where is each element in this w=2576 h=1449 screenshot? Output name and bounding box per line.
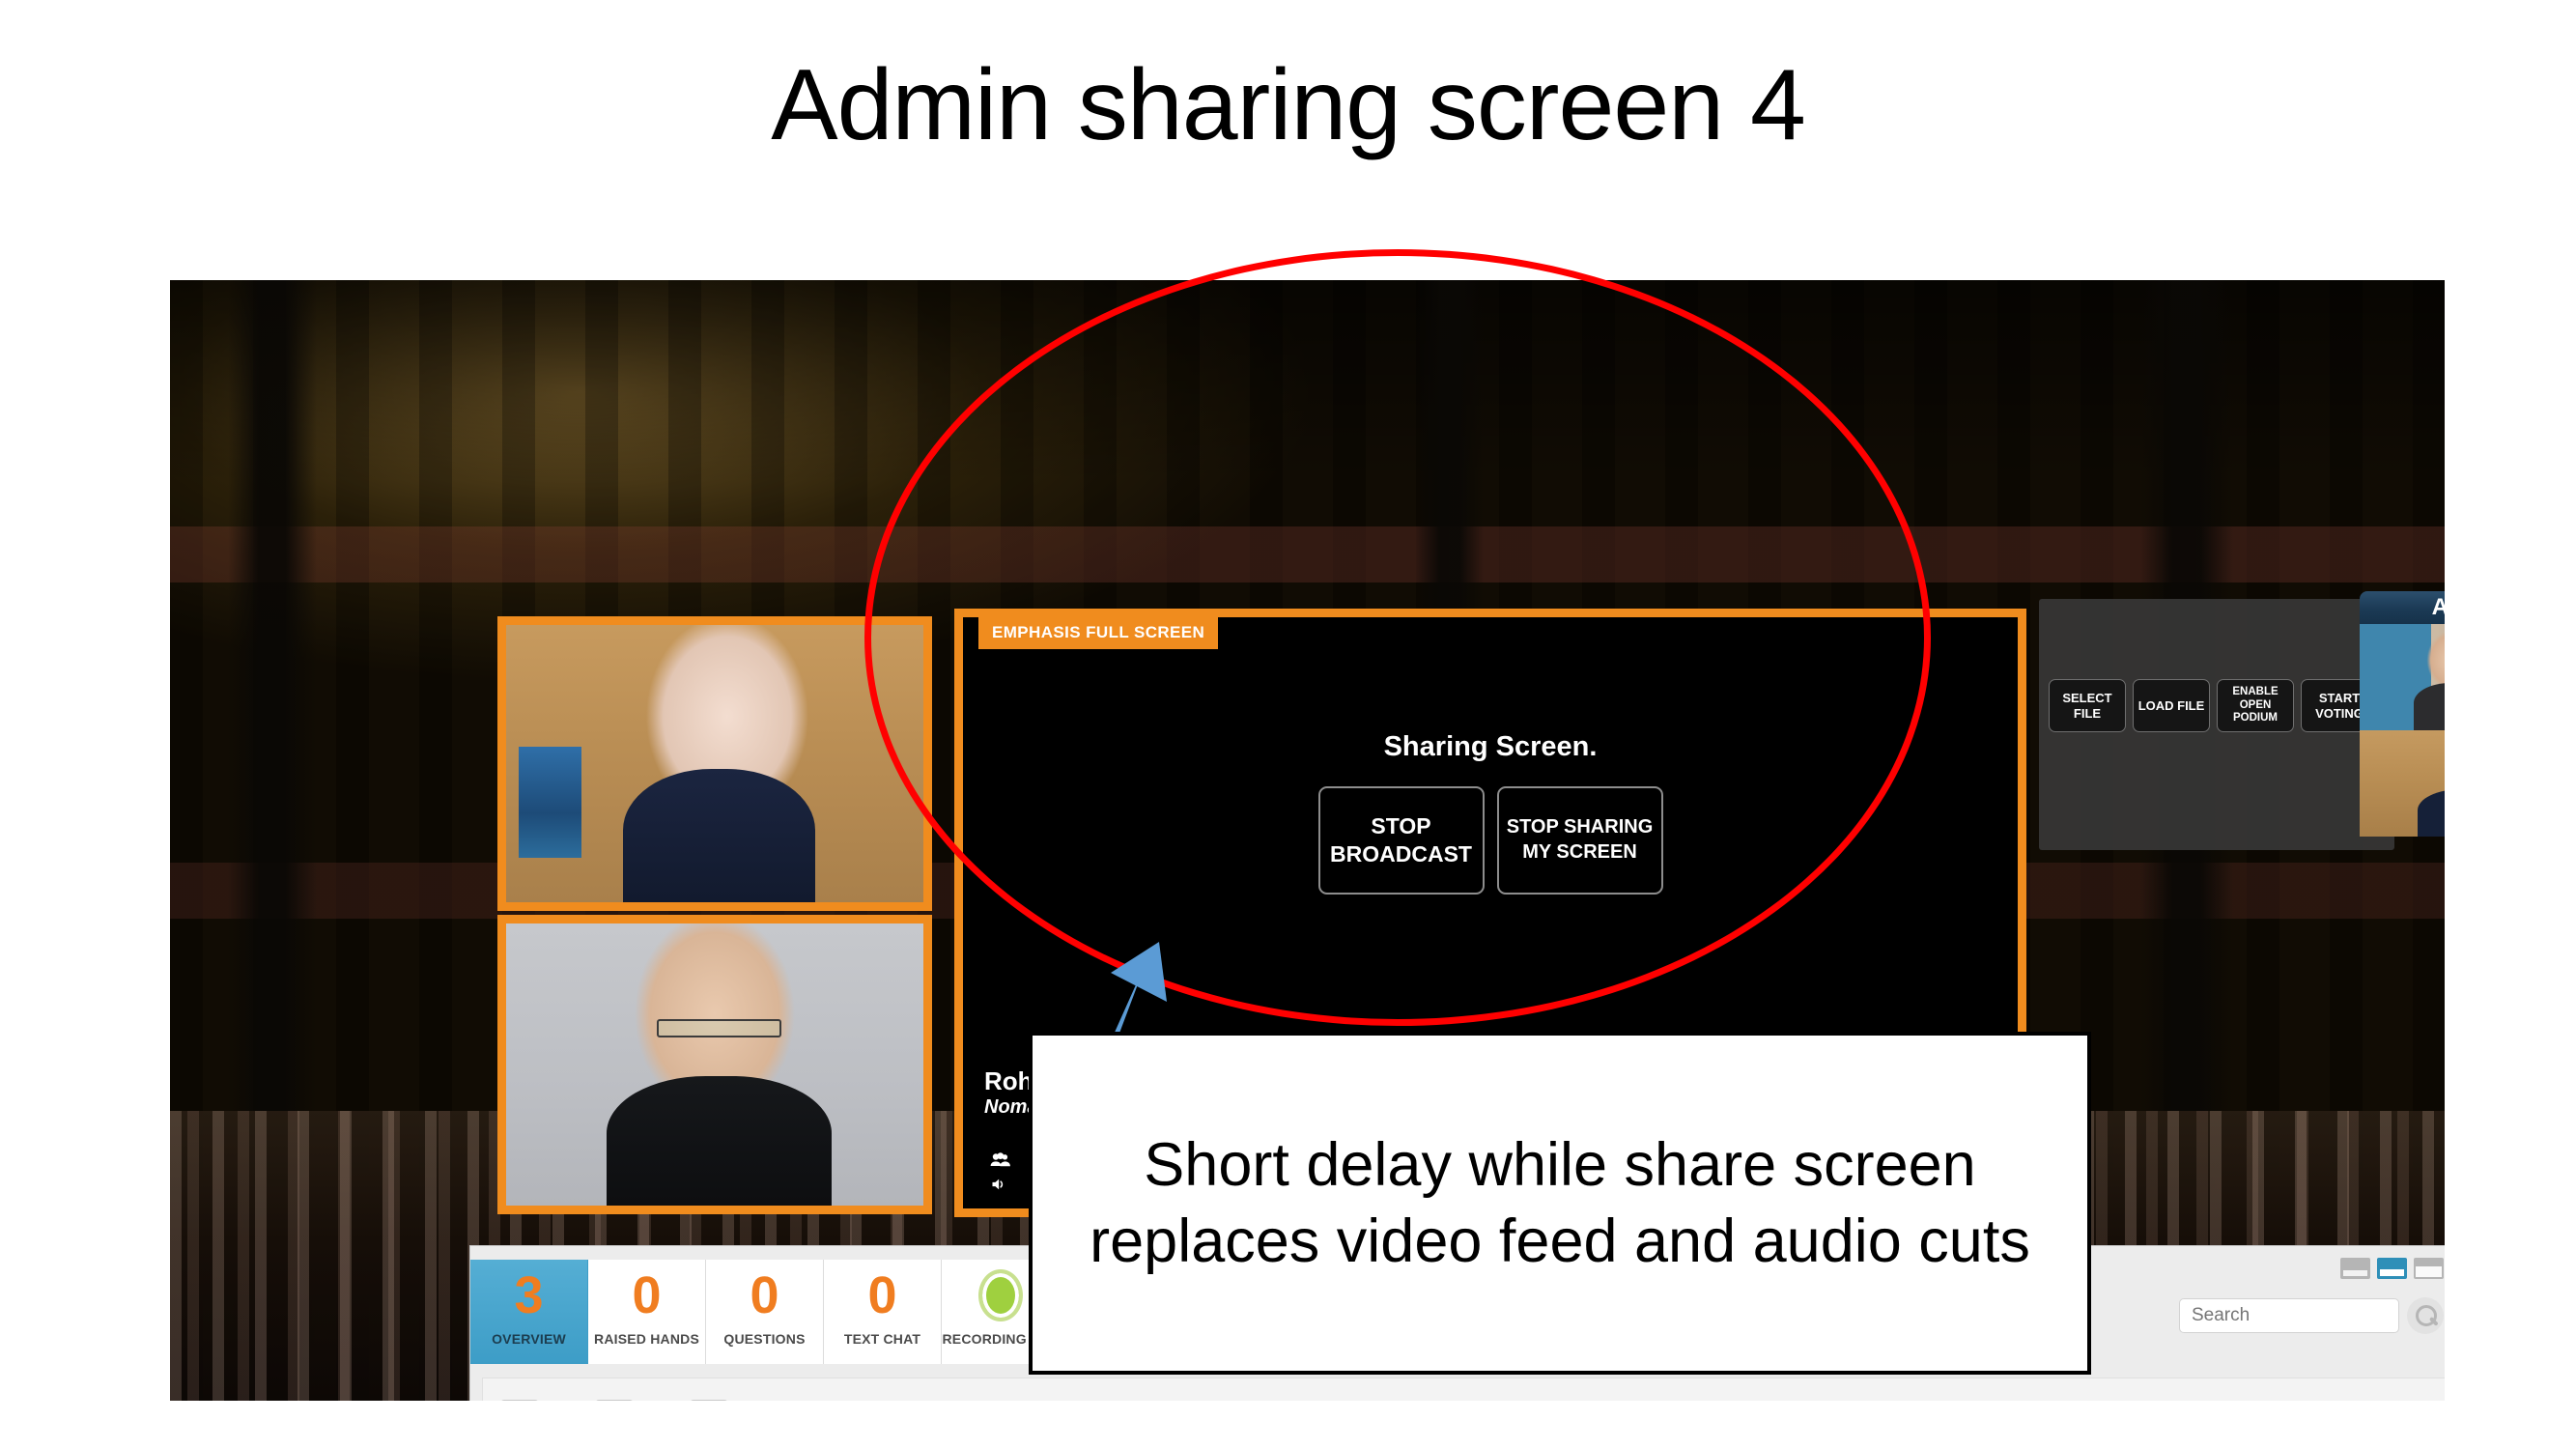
stop-broadcast-button[interactable]: STOP BROADCAST [1317, 786, 1485, 895]
callout-box: Short delay while share screen replaces … [1029, 1032, 2091, 1375]
tab-raised-hands[interactable]: 0 RAISED HANDS [588, 1260, 706, 1364]
tab-raised-hands-label: RAISED HANDS [594, 1331, 699, 1347]
participant-thumb-2[interactable] [595, 1400, 634, 1401]
window-view-toggles [2340, 1258, 2444, 1279]
video-feed-participant-2[interactable] [497, 915, 932, 1214]
tab-text-chat-label: TEXT CHAT [843, 1331, 921, 1347]
tab-overview-label: OVERVIEW [492, 1331, 566, 1347]
participant-list-panel [482, 1378, 2445, 1401]
video-feed-participant-1[interactable] [497, 616, 932, 911]
admin-video-thumb-2[interactable] [2360, 730, 2445, 837]
window-view-wide-icon[interactable] [2340, 1258, 2370, 1279]
page-title: Admin sharing screen 4 [771, 49, 1806, 161]
admin-self-view-stack: Admin [2360, 591, 2445, 837]
search-input[interactable] [2179, 1298, 2399, 1333]
search-icon[interactable] [2407, 1297, 2444, 1334]
admin-video-thumb-1[interactable] [2360, 624, 2445, 730]
video-image [506, 625, 923, 902]
sharing-button-group: STOP BROADCAST STOP SHARING MY SCREEN [963, 786, 2018, 895]
people-icon [990, 1152, 1010, 1167]
participant-thumb-1[interactable] [500, 1400, 539, 1401]
admin-button-row: SELECT FILE LOAD FILE ENABLE OPEN PODIUM… [2049, 679, 2378, 732]
select-file-button[interactable]: SELECT FILE [2049, 679, 2126, 732]
window-view-full-icon[interactable] [2414, 1258, 2444, 1279]
tab-overview-count: 3 [514, 1266, 544, 1324]
tab-questions-count: 0 [750, 1266, 779, 1324]
tab-text-chat-count: 0 [867, 1266, 897, 1324]
tab-overview[interactable]: 3 OVERVIEW [470, 1260, 588, 1364]
stop-sharing-my-screen-button[interactable]: STOP SHARING MY SCREEN [1496, 786, 1663, 895]
enable-open-podium-button[interactable]: ENABLE OPEN PODIUM [2217, 679, 2294, 732]
tab-raised-hands-count: 0 [632, 1266, 662, 1324]
participants-audio-group[interactable] [982, 1151, 1027, 1195]
callout-text: Short delay while share screen replaces … [1090, 1130, 2030, 1275]
speaker-icon [992, 1179, 1004, 1190]
sharing-status-block: Sharing Screen. STOP BROADCAST STOP SHAR… [963, 731, 2018, 895]
sharing-screen-title: Sharing Screen. [1383, 731, 1598, 762]
video-image [506, 923, 923, 1206]
admin-control-strip: SELECT FILE LOAD FILE ENABLE OPEN PODIUM… [2039, 599, 2394, 850]
window-view-split-icon[interactable] [2377, 1258, 2407, 1279]
tab-text-chat[interactable]: 0 TEXT CHAT [824, 1260, 942, 1364]
admin-label: Admin [2360, 591, 2445, 624]
load-file-button[interactable]: LOAD FILE [2133, 679, 2210, 732]
emphasis-full-screen-badge[interactable]: EMPHASIS FULL SCREEN [978, 617, 1219, 649]
recording-status-icon [977, 1269, 1023, 1321]
slide-root: Admin sharing screen 4 EMPHASIS FULL SCR… [0, 0, 2576, 1449]
participant-thumb-3[interactable] [690, 1400, 728, 1401]
participant-thumb-row [500, 1400, 728, 1401]
tab-questions[interactable]: 0 QUESTIONS [706, 1260, 824, 1364]
tab-questions-label: QUESTIONS [723, 1331, 806, 1347]
dashboard-search-area [2179, 1297, 2444, 1334]
